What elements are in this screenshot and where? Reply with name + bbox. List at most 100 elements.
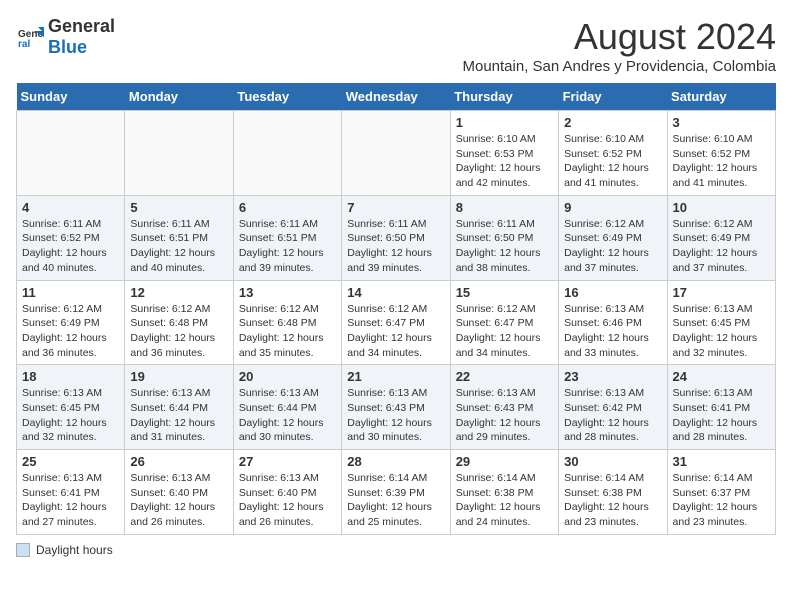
day-number: 12 <box>130 285 227 300</box>
table-row: 10 Sunrise: 6:12 AMSunset: 6:49 PMDayligh… <box>667 195 775 280</box>
day-info: Sunrise: 6:10 AMSunset: 6:53 PMDaylight:… <box>456 132 553 191</box>
day-number: 3 <box>673 115 770 130</box>
table-row: 16 Sunrise: 6:13 AMSunset: 6:46 PMDayligh… <box>559 280 667 365</box>
header-tuesday: Tuesday <box>233 83 341 111</box>
day-info: Sunrise: 6:11 AMSunset: 6:51 PMDaylight:… <box>130 217 227 276</box>
table-row: 2 Sunrise: 6:10 AMSunset: 6:52 PMDaylight… <box>559 111 667 196</box>
table-row: 17 Sunrise: 6:13 AMSunset: 6:45 PMDayligh… <box>667 280 775 365</box>
table-row: 5 Sunrise: 6:11 AMSunset: 6:51 PMDaylight… <box>125 195 233 280</box>
day-number: 13 <box>239 285 336 300</box>
table-row: 22 Sunrise: 6:13 AMSunset: 6:43 PMDayligh… <box>450 365 558 450</box>
table-row: 14Sunrise: 6:12 AMSunset: 6:47 PMDayligh… <box>342 280 450 365</box>
day-info: Sunrise: 6:13 AMSunset: 6:41 PMDaylight:… <box>673 386 770 445</box>
table-row: 6 Sunrise: 6:11 AMSunset: 6:51 PMDaylight… <box>233 195 341 280</box>
header-monday: Monday <box>125 83 233 111</box>
day-info: Sunrise: 6:13 AMSunset: 6:44 PMDaylight:… <box>130 386 227 445</box>
day-number: 9 <box>564 200 661 215</box>
calendar-week-row: 25 Sunrise: 6:13 AMSunset: 6:41 PMDayligh… <box>17 450 776 535</box>
table-row: 18Sunrise: 6:13 AMSunset: 6:45 PMDayligh… <box>17 365 125 450</box>
table-row: 20Sunrise: 6:13 AMSunset: 6:44 PMDayligh… <box>233 365 341 450</box>
calendar-week-row: 1 Sunrise: 6:10 AMSunset: 6:53 PMDaylight… <box>17 111 776 196</box>
header-sunday: Sunday <box>17 83 125 111</box>
day-number: 16 <box>564 285 661 300</box>
calendar-week-row: 11 Sunrise: 6:12 AMSunset: 6:49 PMDayligh… <box>17 280 776 365</box>
day-info: Sunrise: 6:10 AMSunset: 6:52 PMDaylight:… <box>673 132 770 191</box>
table-row: 27 Sunrise: 6:13 AMSunset: 6:40 PMDayligh… <box>233 450 341 535</box>
table-row: 4 Sunrise: 6:11 AMSunset: 6:52 PMDaylight… <box>17 195 125 280</box>
table-row: 7 Sunrise: 6:11 AMSunset: 6:50 PMDaylight… <box>342 195 450 280</box>
day-number: 21 <box>347 369 444 384</box>
day-info: Sunrise: 6:12 AMSunset: 6:47 PMDaylight:… <box>456 302 553 361</box>
day-info: Sunrise: 6:14 AMSunset: 6:39 PMDaylight:… <box>347 471 444 530</box>
day-info: Sunrise: 6:14 AMSunset: 6:38 PMDaylight:… <box>456 471 553 530</box>
days-header-row: Sunday Monday Tuesday Wednesday Thursday… <box>17 83 776 111</box>
day-number: 14 <box>347 285 444 300</box>
day-number: 6 <box>239 200 336 215</box>
table-row: 12 Sunrise: 6:12 AMSunset: 6:48 PMDayligh… <box>125 280 233 365</box>
table-row: 30Sunrise: 6:14 AMSunset: 6:38 PMDayligh… <box>559 450 667 535</box>
day-info: Sunrise: 6:12 AMSunset: 6:48 PMDaylight:… <box>130 302 227 361</box>
table-row: 26 Sunrise: 6:13 AMSunset: 6:40 PMDayligh… <box>125 450 233 535</box>
table-row: 29Sunrise: 6:14 AMSunset: 6:38 PMDayligh… <box>450 450 558 535</box>
title-area: August 2024 Mountain, San Andres y Provi… <box>462 16 776 75</box>
table-row <box>342 111 450 196</box>
day-info: Sunrise: 6:13 AMSunset: 6:40 PMDaylight:… <box>130 471 227 530</box>
table-row: 1 Sunrise: 6:10 AMSunset: 6:53 PMDaylight… <box>450 111 558 196</box>
calendar-week-row: 4 Sunrise: 6:11 AMSunset: 6:52 PMDaylight… <box>17 195 776 280</box>
day-info: Sunrise: 6:13 AMSunset: 6:40 PMDaylight:… <box>239 471 336 530</box>
day-number: 28 <box>347 454 444 469</box>
day-info: Sunrise: 6:13 AMSunset: 6:43 PMDaylight:… <box>347 386 444 445</box>
table-row: 25 Sunrise: 6:13 AMSunset: 6:41 PMDayligh… <box>17 450 125 535</box>
day-number: 15 <box>456 285 553 300</box>
table-row: 23Sunrise: 6:13 AMSunset: 6:42 PMDayligh… <box>559 365 667 450</box>
day-info: Sunrise: 6:12 AMSunset: 6:49 PMDaylight:… <box>564 217 661 276</box>
day-number: 22 <box>456 369 553 384</box>
day-number: 23 <box>564 369 661 384</box>
day-info: Sunrise: 6:13 AMSunset: 6:46 PMDaylight:… <box>564 302 661 361</box>
logo-general: General <box>48 16 115 36</box>
calendar-week-row: 18Sunrise: 6:13 AMSunset: 6:45 PMDayligh… <box>17 365 776 450</box>
table-row: 13 Sunrise: 6:12 AMSunset: 6:48 PMDayligh… <box>233 280 341 365</box>
day-info: Sunrise: 6:11 AMSunset: 6:51 PMDaylight:… <box>239 217 336 276</box>
day-info: Sunrise: 6:12 AMSunset: 6:48 PMDaylight:… <box>239 302 336 361</box>
day-info: Sunrise: 6:13 AMSunset: 6:45 PMDaylight:… <box>673 302 770 361</box>
table-row: 31Sunrise: 6:14 AMSunset: 6:37 PMDayligh… <box>667 450 775 535</box>
subtitle: Mountain, San Andres y Providencia, Colo… <box>462 58 776 75</box>
day-number: 7 <box>347 200 444 215</box>
day-info: Sunrise: 6:10 AMSunset: 6:52 PMDaylight:… <box>564 132 661 191</box>
header-thursday: Thursday <box>450 83 558 111</box>
logo-icon: Gene ral <box>16 23 44 51</box>
header-wednesday: Wednesday <box>342 83 450 111</box>
calendar-table: Sunday Monday Tuesday Wednesday Thursday… <box>16 83 776 535</box>
table-row <box>125 111 233 196</box>
day-info: Sunrise: 6:12 AMSunset: 6:49 PMDaylight:… <box>673 217 770 276</box>
table-row: 21 Sunrise: 6:13 AMSunset: 6:43 PMDayligh… <box>342 365 450 450</box>
day-number: 11 <box>22 285 119 300</box>
day-number: 27 <box>239 454 336 469</box>
day-info: Sunrise: 6:11 AMSunset: 6:50 PMDaylight:… <box>347 217 444 276</box>
day-info: Sunrise: 6:12 AMSunset: 6:49 PMDaylight:… <box>22 302 119 361</box>
table-row: 11 Sunrise: 6:12 AMSunset: 6:49 PMDayligh… <box>17 280 125 365</box>
month-title: August 2024 <box>462 16 776 58</box>
day-number: 25 <box>22 454 119 469</box>
header-saturday: Saturday <box>667 83 775 111</box>
legend-label: Daylight hours <box>36 543 113 557</box>
day-number: 1 <box>456 115 553 130</box>
day-info: Sunrise: 6:13 AMSunset: 6:41 PMDaylight:… <box>22 471 119 530</box>
header-friday: Friday <box>559 83 667 111</box>
day-number: 2 <box>564 115 661 130</box>
day-info: Sunrise: 6:13 AMSunset: 6:43 PMDaylight:… <box>456 386 553 445</box>
day-number: 26 <box>130 454 227 469</box>
day-number: 20 <box>239 369 336 384</box>
table-row: 28 Sunrise: 6:14 AMSunset: 6:39 PMDayligh… <box>342 450 450 535</box>
svg-text:ral: ral <box>18 39 30 50</box>
table-row: 24Sunrise: 6:13 AMSunset: 6:41 PMDayligh… <box>667 365 775 450</box>
day-number: 10 <box>673 200 770 215</box>
table-row: 9 Sunrise: 6:12 AMSunset: 6:49 PMDaylight… <box>559 195 667 280</box>
day-number: 5 <box>130 200 227 215</box>
table-row: 3 Sunrise: 6:10 AMSunset: 6:52 PMDaylight… <box>667 111 775 196</box>
day-info: Sunrise: 6:11 AMSunset: 6:52 PMDaylight:… <box>22 217 119 276</box>
day-number: 30 <box>564 454 661 469</box>
day-number: 17 <box>673 285 770 300</box>
day-number: 4 <box>22 200 119 215</box>
